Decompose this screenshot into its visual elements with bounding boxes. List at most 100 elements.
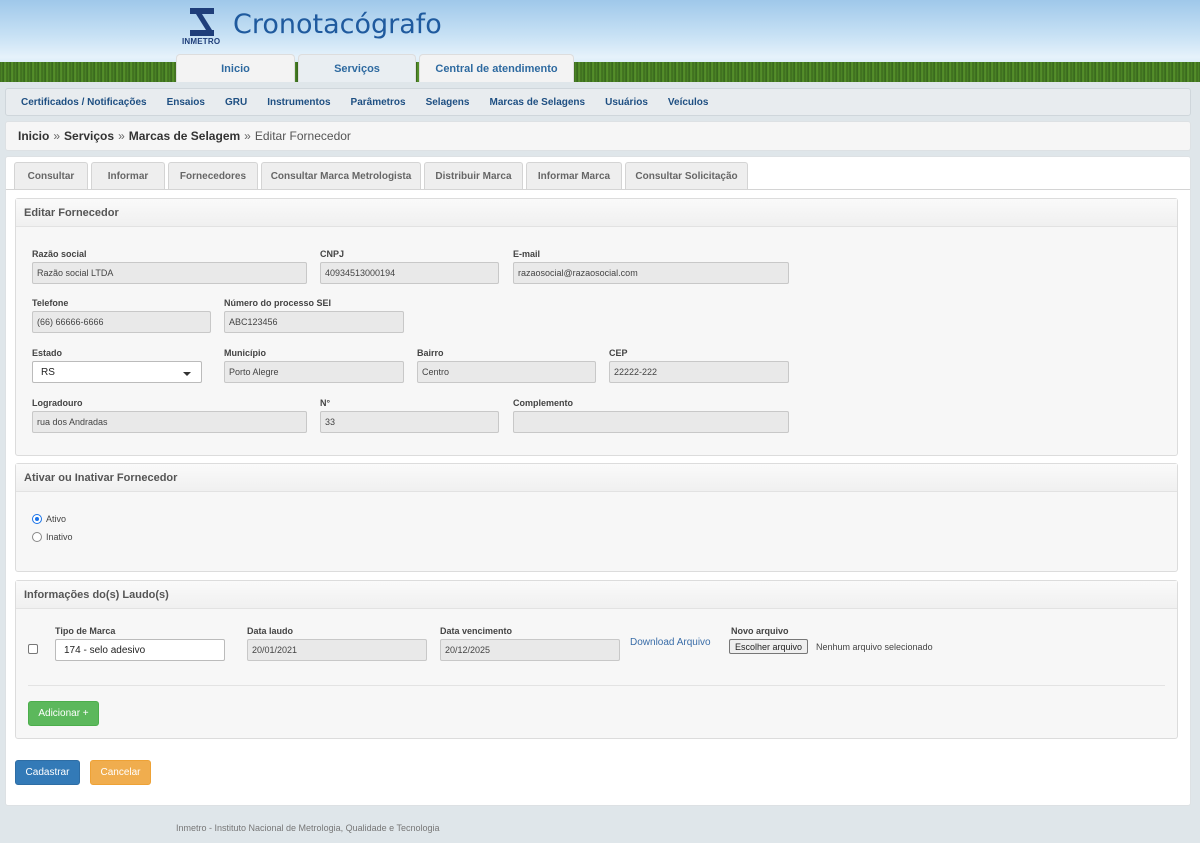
ativar-fornecedor-panel: Ativar ou Inativar Fornecedor Ativo Inat… <box>15 463 1178 572</box>
cep-input[interactable]: 22222-222 <box>609 361 789 383</box>
tab-fornecedores[interactable]: Fornecedores <box>168 162 258 189</box>
razao-social-field: Razão social Razão social LTDA <box>32 249 307 284</box>
cnpj-field: CNPJ 40934513000194 <box>320 249 499 284</box>
cancelar-button[interactable]: Cancelar <box>90 760 151 785</box>
nav-item-marcas-selagens[interactable]: Marcas de Selagens <box>489 97 585 108</box>
tab-informar[interactable]: Informar <box>91 162 165 189</box>
data-vencimento-field: Data vencimento 20/12/2025 <box>440 626 620 661</box>
file-status-text: Nenhum arquivo selecionado <box>816 642 933 652</box>
main-tabs: Inicio Serviços Central de atendimento <box>176 54 577 82</box>
bairro-input[interactable]: Centro <box>417 361 596 383</box>
cnpj-input[interactable]: 40934513000194 <box>320 262 499 284</box>
nav-item-selagens[interactable]: Selagens <box>426 97 470 108</box>
adicionar-button[interactable]: Adicionar + <box>28 701 99 726</box>
editar-fornecedor-panel: Editar Fornecedor Razão social Razão soc… <box>15 198 1178 456</box>
cep-label: CEP <box>609 348 628 358</box>
panel-title: Informações do(s) Laudo(s) <box>16 581 1177 609</box>
breadcrumb-marcas-selagem[interactable]: Marcas de Selagem <box>129 129 240 143</box>
content-card: Consultar Informar Fornecedores Consulta… <box>5 156 1191 806</box>
nav-item-instrumentos[interactable]: Instrumentos <box>267 97 330 108</box>
logradouro-field: Logradouro rua dos Andradas <box>32 398 307 433</box>
footer-text: Inmetro - Instituto Nacional de Metrolog… <box>176 823 440 833</box>
breadcrumb-separator: » <box>118 129 125 143</box>
breadcrumb-inicio[interactable]: Inicio <box>18 129 49 143</box>
email-label: E-mail <box>513 249 541 259</box>
breadcrumb-servicos[interactable]: Serviços <box>64 129 114 143</box>
tabs-divider <box>6 189 1190 190</box>
nav-item-usuarios[interactable]: Usuários <box>605 97 648 108</box>
main-tab-inicio[interactable]: Inicio <box>176 54 295 82</box>
data-vencimento-label: Data vencimento <box>440 626 513 636</box>
complemento-field: Complemento <box>513 398 789 433</box>
breadcrumb-current: Editar Fornecedor <box>254 129 351 143</box>
tipo-marca-field: Tipo de Marca 174 - selo adesivo <box>55 626 225 661</box>
inativo-label: Inativo <box>46 532 73 542</box>
processo-sei-input[interactable]: ABC123456 <box>224 311 404 333</box>
services-navbar: Certificados / Notificações Ensaios GRU … <box>5 88 1191 116</box>
tipo-marca-input[interactable]: 174 - selo adesivo <box>55 639 225 661</box>
estado-select[interactable]: RS <box>32 361 202 383</box>
email-input[interactable]: razaosocial@razaosocial.com <box>513 262 789 284</box>
panel-title: Ativar ou Inativar Fornecedor <box>16 464 1177 492</box>
data-vencimento-input[interactable]: 20/12/2025 <box>440 639 620 661</box>
logradouro-label: Logradouro <box>32 398 83 408</box>
municipio-field: Município Porto Alegre <box>224 348 404 383</box>
telefone-input[interactable]: (66) 66666-6666 <box>32 311 211 333</box>
numero-label: N° <box>320 398 331 408</box>
razao-social-label: Razão social <box>32 249 87 259</box>
main-tab-servicos[interactable]: Serviços <box>298 54 416 82</box>
breadcrumb-separator: » <box>53 129 61 143</box>
data-laudo-label: Data laudo <box>247 626 294 636</box>
download-arquivo-link[interactable]: Download Arquivo <box>630 637 711 648</box>
app-title: Cronotacógrafo <box>233 9 442 40</box>
email-field: E-mail razaosocial@razaosocial.com <box>513 249 789 284</box>
breadcrumb: Inicio » Serviços » Marcas de Selagem » … <box>5 121 1191 151</box>
complemento-input[interactable] <box>513 411 789 433</box>
processo-sei-field: Número do processo SEI ABC123456 <box>224 298 404 333</box>
nav-item-certificados[interactable]: Certificados / Notificações <box>21 97 147 108</box>
inativo-radio[interactable] <box>32 532 42 542</box>
ativo-radio[interactable] <box>32 514 42 524</box>
logradouro-input[interactable]: rua dos Andradas <box>32 411 307 433</box>
nav-item-gru[interactable]: GRU <box>225 97 247 108</box>
escolher-arquivo-button[interactable]: Escolher arquivo <box>729 639 809 654</box>
bairro-field: Bairro Centro <box>417 348 596 383</box>
inmetro-logo[interactable]: INMETRO <box>182 6 226 48</box>
panel-title: Editar Fornecedor <box>16 199 1177 227</box>
razao-social-input[interactable]: Razão social LTDA <box>32 262 307 284</box>
laudos-panel: Informações do(s) Laudo(s) Tipo de Marca… <box>15 580 1178 739</box>
complemento-label: Complemento <box>513 398 574 408</box>
cep-field: CEP 22222-222 <box>609 348 789 383</box>
laudo-row-checkbox[interactable] <box>28 644 38 654</box>
processo-sei-label: Número do processo SEI <box>224 298 332 308</box>
ativo-option[interactable]: Ativo <box>32 514 66 524</box>
tab-consultar-solicitacao[interactable]: Consultar Solicitação <box>625 162 748 189</box>
cadastrar-button[interactable]: Cadastrar <box>15 760 80 785</box>
estado-field: Estado RS <box>32 348 202 383</box>
nav-item-ensaios[interactable]: Ensaios <box>167 97 205 108</box>
breadcrumb-separator: » <box>244 129 251 143</box>
main-tab-central[interactable]: Central de atendimento <box>419 54 574 82</box>
tab-distribuir-marca[interactable]: Distribuir Marca <box>424 162 523 189</box>
telefone-label: Telefone <box>32 298 69 308</box>
inativo-option[interactable]: Inativo <box>32 532 73 542</box>
tab-consultar-marca-metrologista[interactable]: Consultar Marca Metrologista <box>261 162 421 189</box>
tab-informar-marca[interactable]: Informar Marca <box>526 162 622 189</box>
tipo-marca-label: Tipo de Marca <box>55 626 116 636</box>
nav-item-parametros[interactable]: Parâmetros <box>351 97 406 108</box>
numero-field: N° 33 <box>320 398 499 433</box>
data-laudo-input[interactable]: 20/01/2021 <box>247 639 427 661</box>
telefone-field: Telefone (66) 66666-6666 <box>32 298 211 333</box>
municipio-label: Município <box>224 348 266 358</box>
tab-consultar[interactable]: Consultar <box>14 162 88 189</box>
bairro-label: Bairro <box>417 348 444 358</box>
novo-arquivo-label: Novo arquivo <box>731 626 789 636</box>
estado-selected-value: RS <box>41 366 55 378</box>
nav-item-veiculos[interactable]: Veículos <box>668 97 709 108</box>
logo-text: INMETRO <box>182 37 221 46</box>
laudos-divider <box>28 685 1165 686</box>
site-header: INMETRO Cronotacógrafo Inicio Serviços C… <box>0 0 1200 82</box>
estado-label: Estado <box>32 348 63 358</box>
municipio-input[interactable]: Porto Alegre <box>224 361 404 383</box>
numero-input[interactable]: 33 <box>320 411 499 433</box>
